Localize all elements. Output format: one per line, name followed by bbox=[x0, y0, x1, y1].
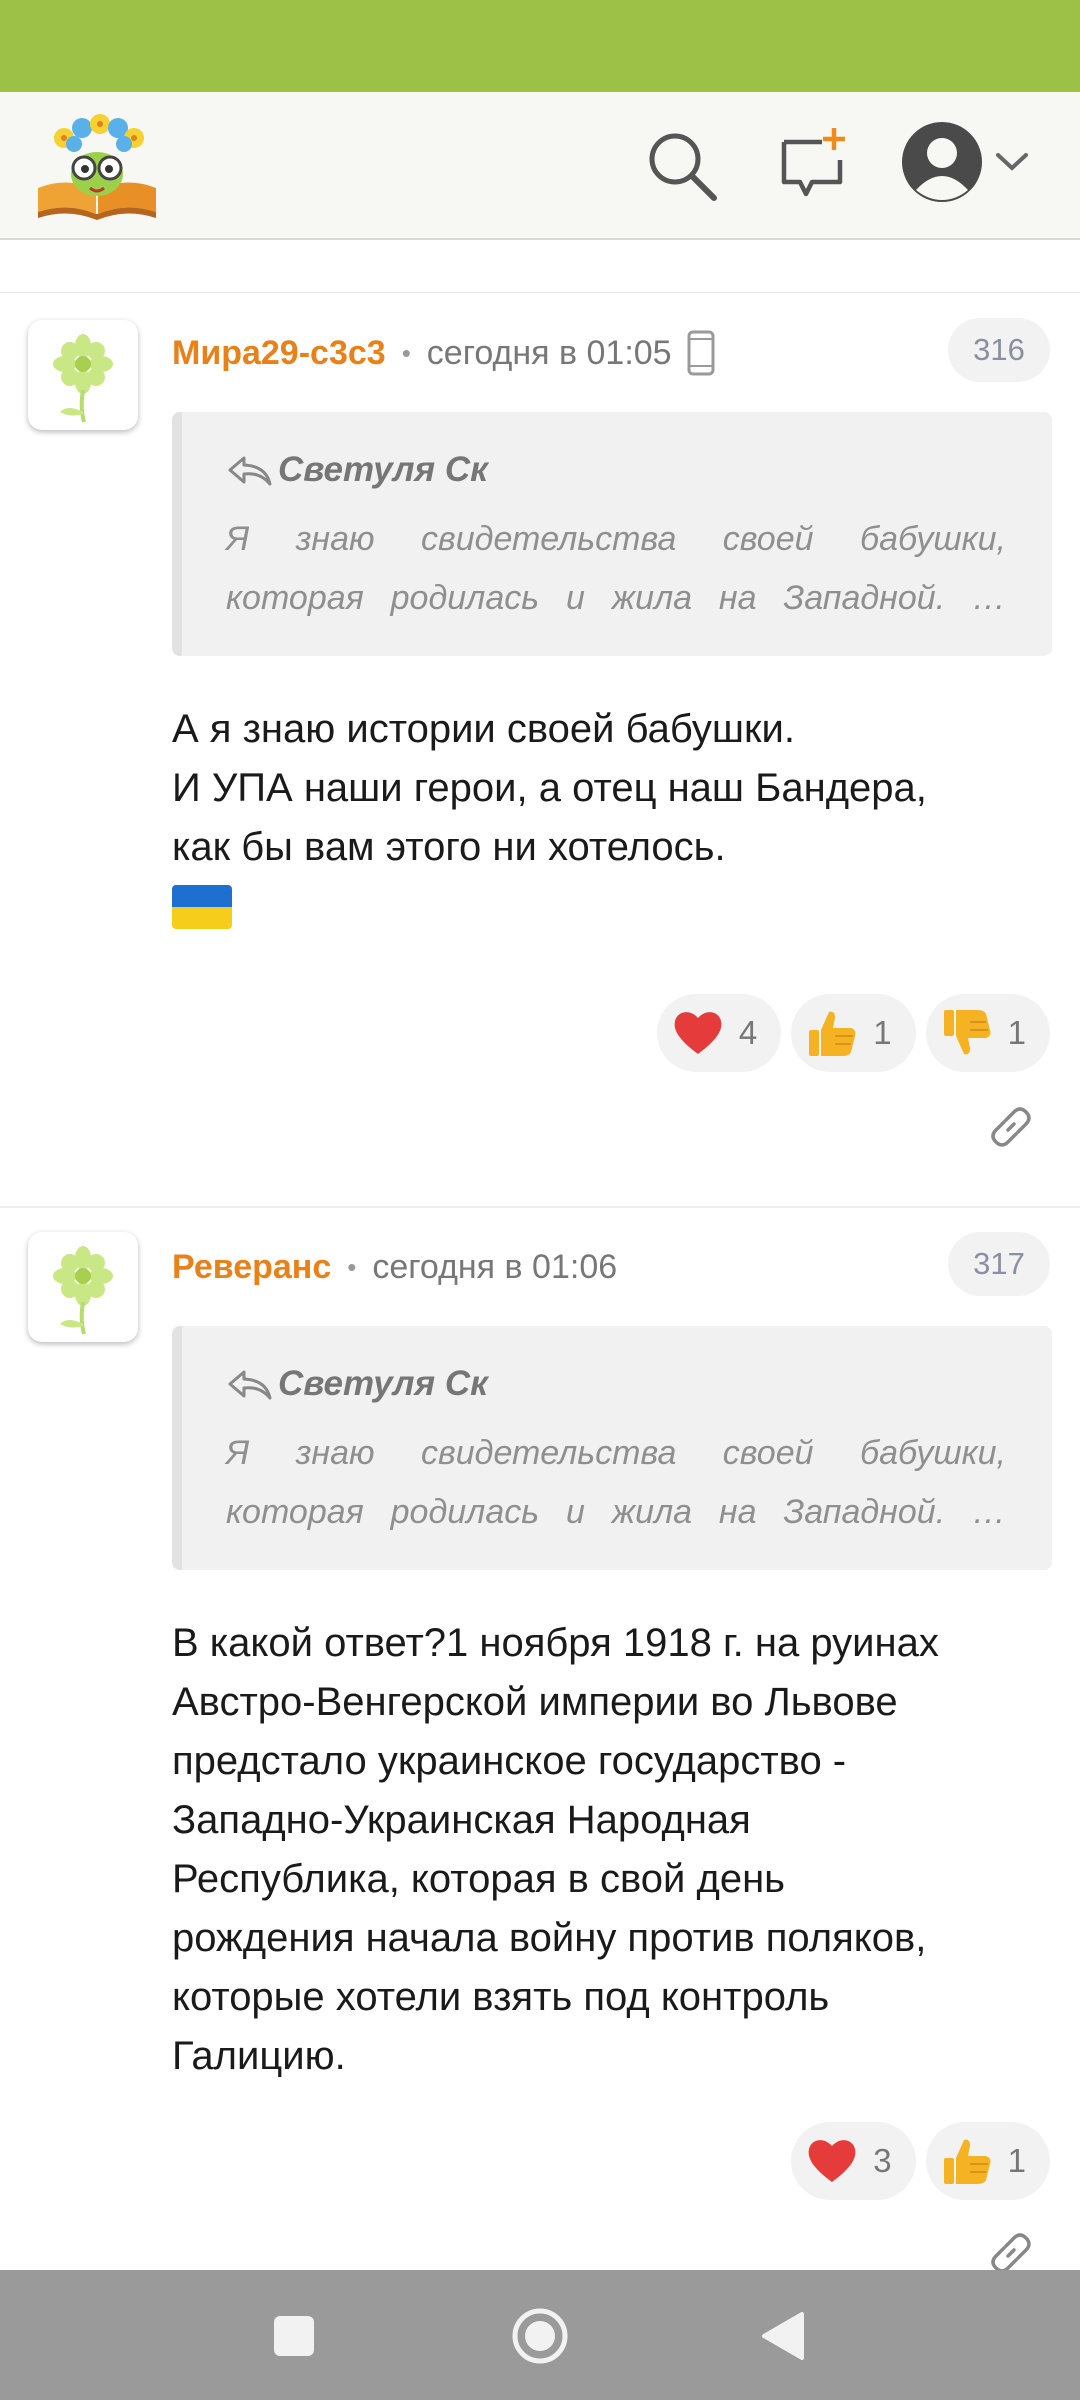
comment-line: А я знаю истории своей бабушки. bbox=[172, 707, 795, 751]
thumbs-up-icon bbox=[805, 1006, 859, 1060]
reaction-count: 1 bbox=[1007, 2142, 1026, 2179]
reply-arrow-icon bbox=[226, 1366, 274, 1402]
comment-number[interactable]: 317 bbox=[948, 1232, 1050, 1296]
ukraine-flag-icon bbox=[172, 885, 232, 929]
heart-icon bbox=[805, 2134, 859, 2188]
comment-line: Галицию. bbox=[172, 2034, 346, 2078]
home-button[interactable] bbox=[510, 2306, 570, 2371]
reaction-thumbs-down-button[interactable]: 1 bbox=[925, 994, 1050, 1072]
quote-header: Светуля Ск bbox=[226, 1364, 488, 1404]
thumbs-down-icon bbox=[940, 1006, 994, 1060]
comment-body: В какой ответ?1 ноября 1918 г. на руинах… bbox=[172, 1614, 1052, 2086]
profile-avatar-icon[interactable] bbox=[900, 120, 984, 209]
comment-meta: Реверанс • сегодня в 01:06 bbox=[172, 1242, 617, 1292]
reaction-heart-button[interactable]: 3 bbox=[791, 2122, 916, 2200]
mobile-phone-icon bbox=[686, 330, 716, 376]
comment-line: как бы вам этого ни хотелось. bbox=[172, 825, 726, 869]
comment-line: Западно-Украинская Народная bbox=[172, 1798, 751, 1842]
meta-separator: • bbox=[347, 1251, 357, 1282]
comment-time: сегодня в 01:05 bbox=[426, 333, 672, 372]
quote-text: Я знаю свидетельства своей бабушки, кото… bbox=[226, 510, 1006, 628]
quote-line: которая родилась и жила на Западной. … bbox=[226, 579, 1006, 617]
quote-author: Светуля Ск bbox=[278, 450, 488, 489]
comment-number[interactable]: 316 bbox=[948, 318, 1050, 382]
comment-meta: Мира29-с3с3 • сегодня в 01:05 bbox=[172, 328, 716, 378]
quote-text: Я знаю свидетельства своей бабушки, кото… bbox=[226, 1424, 1006, 1542]
app-header bbox=[0, 92, 1080, 240]
comment-author[interactable]: Мира29-с3с3 bbox=[172, 334, 386, 373]
reply-arrow-icon bbox=[226, 452, 274, 488]
reaction-thumbs-up-button[interactable]: 1 bbox=[791, 994, 916, 1072]
recent-apps-button[interactable] bbox=[272, 2314, 316, 2363]
comment-line: В какой ответ?1 ноября 1918 г. на руинах bbox=[172, 1621, 939, 1665]
reaction-count: 4 bbox=[738, 1014, 758, 1051]
system-navigation-bar bbox=[0, 2270, 1080, 2400]
quote-line: Я знаю свидетельства своей бабушки, bbox=[226, 520, 1006, 558]
avatar[interactable] bbox=[28, 320, 138, 430]
comment-line: рождения начала войну против поляков, bbox=[172, 1916, 927, 1960]
quote-line: которая родилась и жила на Западной. … bbox=[226, 1493, 1006, 1531]
comment-body: А я знаю истории своей бабушки. И УПА на… bbox=[172, 700, 1052, 929]
thumbs-up-icon bbox=[940, 2134, 994, 2188]
divider bbox=[0, 292, 1080, 293]
comment-divider bbox=[0, 1206, 1080, 1208]
comment-line: Австро-Венгерской империи во Львове bbox=[172, 1680, 898, 1724]
reactions-bar: 4 1 1 bbox=[656, 994, 1050, 1072]
reaction-count: 1 bbox=[1007, 1014, 1026, 1051]
quote-block[interactable]: Светуля Ск Я знаю свидетельства своей ба… bbox=[172, 412, 1052, 656]
reaction-heart-button[interactable]: 4 bbox=[656, 994, 782, 1072]
comment-line: И УПА наши герои, а отец наш Бандера, bbox=[172, 766, 927, 810]
comment-time: сегодня в 01:06 bbox=[372, 1247, 618, 1286]
quote-line: Я знаю свидетельства своей бабушки, bbox=[226, 1434, 1006, 1472]
quote-author: Светуля Ск bbox=[278, 1364, 488, 1403]
comment-line: которые хотели взять под контроль bbox=[172, 1975, 830, 2019]
reaction-count: 1 bbox=[873, 1014, 892, 1051]
heart-icon bbox=[671, 1006, 725, 1060]
avatar[interactable] bbox=[28, 1232, 138, 1342]
book-with-flowers-logo[interactable] bbox=[34, 110, 160, 222]
meta-separator: • bbox=[401, 337, 411, 368]
chevron-down-icon[interactable] bbox=[994, 150, 1030, 179]
new-post-icon[interactable] bbox=[778, 126, 850, 207]
reactions-bar: 3 1 bbox=[791, 2122, 1050, 2200]
comment-author[interactable]: Реверанс bbox=[172, 1248, 331, 1287]
comment-line: предстало украинское государство - bbox=[172, 1739, 847, 1783]
search-icon[interactable] bbox=[644, 128, 720, 209]
back-button[interactable] bbox=[760, 2310, 806, 2367]
link-icon[interactable] bbox=[986, 1102, 1036, 1152]
reaction-thumbs-up-button[interactable]: 1 bbox=[925, 2122, 1050, 2200]
reaction-count: 3 bbox=[873, 2142, 892, 2179]
comment-line: Республика, которая в свой день bbox=[172, 1857, 786, 1901]
quote-block[interactable]: Светуля Ск Я знаю свидетельства своей ба… bbox=[172, 1326, 1052, 1570]
status-bar bbox=[0, 0, 1080, 92]
quote-header: Светуля Ск bbox=[226, 450, 488, 490]
